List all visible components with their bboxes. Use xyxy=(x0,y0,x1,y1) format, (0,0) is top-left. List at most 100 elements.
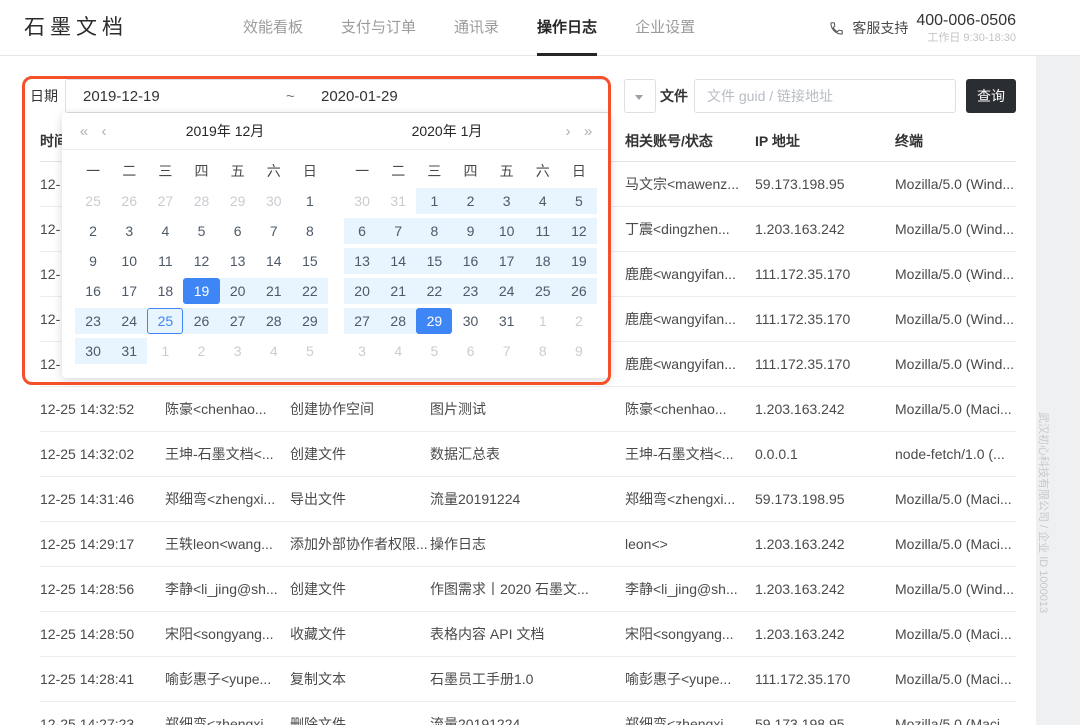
calendar-day[interactable]: 9 xyxy=(452,218,488,244)
calendar-day[interactable]: 15 xyxy=(292,248,328,274)
calendar-day[interactable]: 28 xyxy=(183,188,219,214)
calendar-day[interactable]: 31 xyxy=(380,188,416,214)
calendar-day[interactable]: 2 xyxy=(183,338,219,364)
calendar-day[interactable]: 7 xyxy=(380,218,416,244)
calendar-day[interactable]: 26 xyxy=(183,308,219,334)
calendar-day[interactable]: 25 xyxy=(75,188,111,214)
calendar-day[interactable]: 21 xyxy=(380,278,416,304)
calendar-day[interactable]: 21 xyxy=(256,278,292,304)
calendar-day[interactable]: 5 xyxy=(183,218,219,244)
calendar-day[interactable]: 26 xyxy=(111,188,147,214)
calendar-day[interactable]: 9 xyxy=(561,338,597,364)
date-range-input[interactable]: 2019-12-19 ~ 2020-01-29 xyxy=(65,79,610,113)
calendar-day[interactable]: 31 xyxy=(111,338,147,364)
calendar-day[interactable]: 10 xyxy=(111,248,147,274)
calendar-day[interactable]: 19 xyxy=(183,278,219,304)
calendar-day[interactable]: 30 xyxy=(75,338,111,364)
calendar-day[interactable]: 6 xyxy=(344,218,380,244)
date-start-value[interactable]: 2019-12-19 xyxy=(83,88,160,105)
calendar-day[interactable]: 24 xyxy=(111,308,147,334)
calendar-day[interactable]: 28 xyxy=(256,308,292,334)
calendar-day[interactable]: 25 xyxy=(525,278,561,304)
calendar-day[interactable]: 10 xyxy=(489,218,525,244)
calendar-day[interactable]: 7 xyxy=(256,218,292,244)
calendar-day[interactable]: 23 xyxy=(452,278,488,304)
calendar-day[interactable]: 8 xyxy=(525,338,561,364)
calendar-day[interactable]: 11 xyxy=(147,248,183,274)
calendar-day[interactable]: 5 xyxy=(416,338,452,364)
calendar-day[interactable]: 14 xyxy=(256,248,292,274)
calendar-day[interactable]: 22 xyxy=(416,278,452,304)
calendar-day[interactable]: 28 xyxy=(380,308,416,334)
calendar-day[interactable]: 1 xyxy=(525,308,561,334)
calendar-day[interactable]: 4 xyxy=(380,338,416,364)
file-guid-input[interactable] xyxy=(694,79,956,113)
calendar-day[interactable]: 4 xyxy=(525,188,561,214)
calendar-day[interactable]: 24 xyxy=(489,278,525,304)
calendar-day[interactable]: 2 xyxy=(75,218,111,244)
calendar-day[interactable]: 16 xyxy=(452,248,488,274)
nav-item[interactable]: 企业设置 xyxy=(635,0,695,56)
nav-item[interactable]: 支付与订单 xyxy=(341,0,416,56)
calendar-day[interactable]: 4 xyxy=(256,338,292,364)
date-end-value[interactable]: 2020-01-29 xyxy=(321,88,398,105)
calendar-day[interactable]: 18 xyxy=(147,278,183,304)
support-hours: 工作日 9:30-18:30 xyxy=(916,32,1016,45)
calendar-day[interactable]: 30 xyxy=(256,188,292,214)
calendar-day[interactable]: 23 xyxy=(75,308,111,334)
calendar-day[interactable]: 12 xyxy=(183,248,219,274)
calendar-day[interactable]: 11 xyxy=(525,218,561,244)
calendar-day[interactable]: 16 xyxy=(75,278,111,304)
calendar-day[interactable]: 20 xyxy=(220,278,256,304)
calendar-day[interactable]: 20 xyxy=(344,278,380,304)
nav-item[interactable]: 效能看板 xyxy=(243,0,303,56)
calendar-day[interactable]: 12 xyxy=(561,218,597,244)
calendar-day[interactable]: 5 xyxy=(561,188,597,214)
calendar-day[interactable]: 3 xyxy=(489,188,525,214)
calendar-day[interactable]: 1 xyxy=(147,338,183,364)
calendar-day[interactable]: 6 xyxy=(452,338,488,364)
next-month-icon[interactable]: › xyxy=(558,123,578,140)
next-year-icon[interactable]: » xyxy=(578,123,598,140)
calendar-day[interactable]: 14 xyxy=(380,248,416,274)
date-preset-dropdown[interactable] xyxy=(624,79,656,113)
calendar-day[interactable]: 26 xyxy=(561,278,597,304)
calendar-day[interactable]: 1 xyxy=(292,188,328,214)
prev-month-icon[interactable]: ‹ xyxy=(94,123,114,140)
calendar-day[interactable]: 30 xyxy=(344,188,380,214)
calendar-day[interactable]: 3 xyxy=(344,338,380,364)
calendar-day[interactable]: 4 xyxy=(147,218,183,244)
calendar-day[interactable]: 17 xyxy=(111,278,147,304)
calendar-day[interactable]: 5 xyxy=(292,338,328,364)
calendar-day[interactable]: 15 xyxy=(416,248,452,274)
calendar-day[interactable]: 30 xyxy=(452,308,488,334)
calendar-day[interactable]: 17 xyxy=(489,248,525,274)
calendar-day[interactable]: 18 xyxy=(525,248,561,274)
calendar-day[interactable]: 19 xyxy=(561,248,597,274)
calendar-day[interactable]: 3 xyxy=(220,338,256,364)
calendar-day[interactable]: 27 xyxy=(220,308,256,334)
calendar-day[interactable]: 29 xyxy=(416,308,452,334)
calendar-day[interactable]: 13 xyxy=(344,248,380,274)
nav-item[interactable]: 通讯录 xyxy=(454,0,499,56)
calendar-day[interactable]: 29 xyxy=(220,188,256,214)
calendar-day[interactable]: 25 xyxy=(147,308,183,334)
calendar-day[interactable]: 22 xyxy=(292,278,328,304)
calendar-day[interactable]: 8 xyxy=(292,218,328,244)
calendar-day[interactable]: 31 xyxy=(489,308,525,334)
calendar-day[interactable]: 27 xyxy=(344,308,380,334)
nav-item[interactable]: 操作日志 xyxy=(537,0,597,56)
calendar-day[interactable]: 8 xyxy=(416,218,452,244)
calendar-day[interactable]: 1 xyxy=(416,188,452,214)
query-button[interactable]: 查询 xyxy=(966,79,1016,113)
calendar-day[interactable]: 29 xyxy=(292,308,328,334)
calendar-day[interactable]: 13 xyxy=(220,248,256,274)
calendar-day[interactable]: 9 xyxy=(75,248,111,274)
calendar-day[interactable]: 6 xyxy=(220,218,256,244)
calendar-day[interactable]: 7 xyxy=(489,338,525,364)
calendar-day[interactable]: 2 xyxy=(452,188,488,214)
calendar-day[interactable]: 3 xyxy=(111,218,147,244)
prev-year-icon[interactable]: « xyxy=(74,123,94,140)
calendar-day[interactable]: 27 xyxy=(147,188,183,214)
calendar-day[interactable]: 2 xyxy=(561,308,597,334)
